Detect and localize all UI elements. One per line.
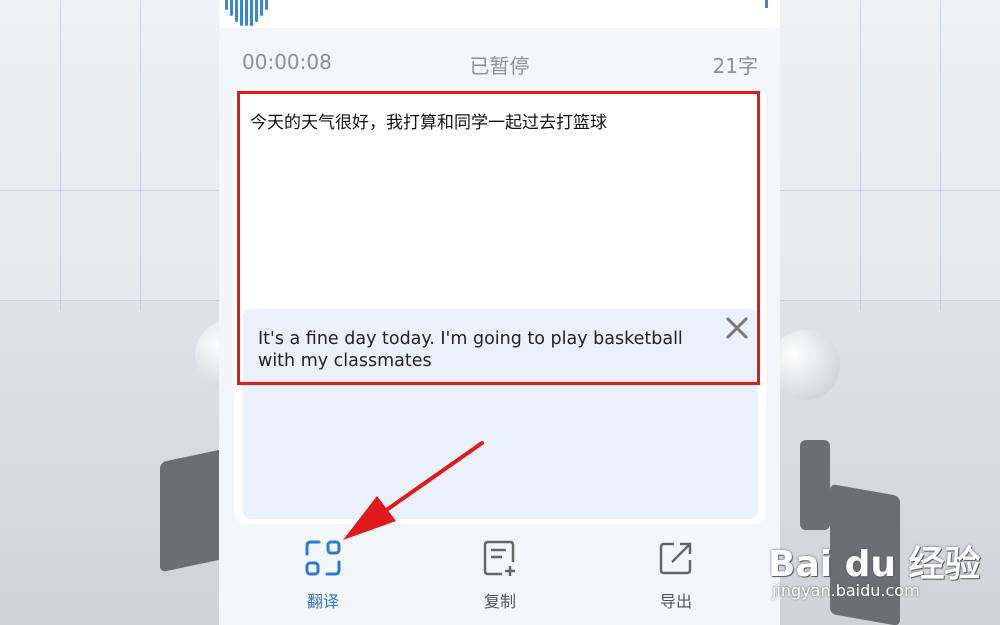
waveform-area <box>219 0 780 28</box>
grid-line <box>60 0 61 310</box>
export-share-icon <box>656 538 696 578</box>
annotation-highlight-box <box>237 91 760 385</box>
grid-line <box>0 300 219 301</box>
waveform-marker <box>765 0 768 8</box>
grid-line <box>780 190 1000 191</box>
watermark-url: jingyan.baidu.com <box>772 581 920 600</box>
chair-right-back <box>800 440 830 530</box>
baidu-watermark: Bai du 经验 jingyan.baidu.com <box>768 535 988 605</box>
grid-line <box>0 190 219 191</box>
watermark-logo: Bai du 经验 <box>768 544 981 585</box>
scan-translate-icon <box>303 538 343 578</box>
grid-line <box>140 0 141 310</box>
export-label: 导出 <box>659 592 692 611</box>
grid-line <box>780 300 1000 301</box>
translate-button[interactable]: 翻译 <box>283 538 363 612</box>
word-count: 21字 <box>712 54 758 78</box>
export-button[interactable]: 导出 <box>636 538 716 612</box>
copy-label: 复制 <box>483 592 516 611</box>
copy-document-icon <box>480 538 520 578</box>
translate-label: 翻译 <box>306 592 339 611</box>
audio-waveform <box>221 0 271 28</box>
grid-line <box>940 0 941 310</box>
grid-line <box>860 0 861 310</box>
copy-button[interactable]: 复制 <box>460 538 540 612</box>
recording-status-bar: 00:00:08 已暂停 21字 <box>219 42 780 82</box>
figure-head-right <box>770 330 840 400</box>
recording-state: 已暂停 <box>469 54 530 78</box>
